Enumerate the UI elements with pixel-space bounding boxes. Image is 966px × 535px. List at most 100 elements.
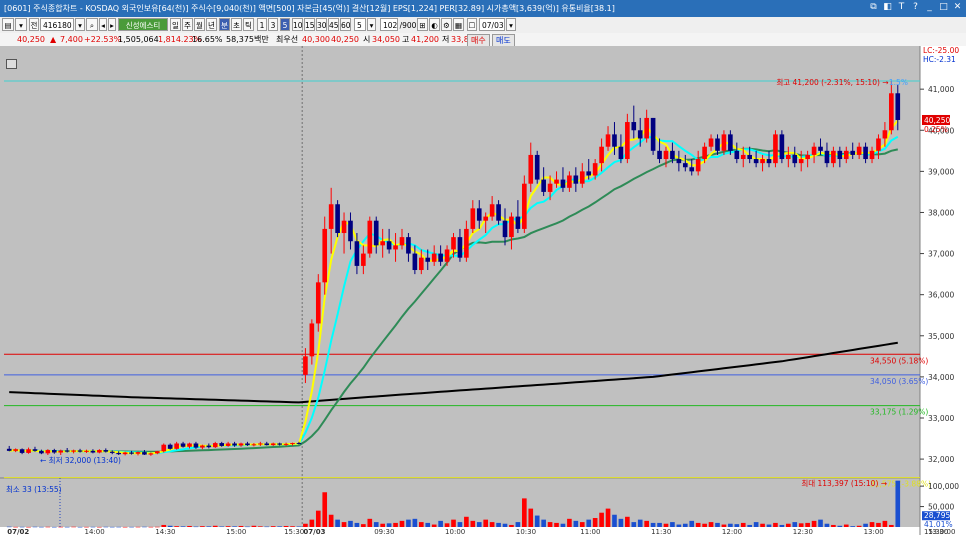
period-day-button[interactable]: 일 [170,18,181,31]
chart-type-icon[interactable]: ⊞ [417,18,428,31]
candle-body [708,138,714,147]
date-input[interactable]: 07/03 [479,18,505,31]
minute-15-button[interactable]: 15 [304,18,315,31]
candle-body [715,138,720,151]
toolbar: ▤ ▾ 전 416180 ▾ ⌕ ◂ ▸ 신성에스티 일 주 월 년 분 초 틱… [0,17,966,34]
candle-body [599,146,604,164]
candle-body [734,150,740,160]
candle-body [187,443,192,447]
period-minute-button[interactable]: 분 [219,18,230,31]
text-icon[interactable]: T [897,1,906,13]
minute-30-button[interactable]: 30 [316,18,327,31]
y-tick-label: 32,000 [928,455,954,464]
market-label[interactable]: 전 [29,18,39,31]
compare-icon[interactable]: ◐ [429,18,440,31]
volume-bar [71,526,76,528]
minute-60-button[interactable]: 60 [340,18,351,31]
volume-bar [856,525,862,527]
candle-body [509,216,514,238]
period-second-button[interactable]: 초 [231,18,242,31]
minute-45-button[interactable]: 45 [328,18,339,31]
dropdown-icon[interactable]: ▾ [15,18,27,31]
x-tick-label: 12:00 [722,528,742,535]
candle-body [296,443,302,445]
date-checkbox[interactable]: ☐ [467,18,477,31]
help-icon[interactable]: ? [911,1,920,13]
period-year-button[interactable]: 년 [206,18,217,31]
volume-bar [148,526,154,528]
code-input[interactable]: 416180 [40,18,74,31]
candle-body [631,122,637,131]
count-input[interactable]: 102 [380,18,398,31]
period-week-button[interactable]: 주 [182,18,193,31]
candle-body [760,159,765,164]
volume-bar [438,520,443,527]
current-price: 40,250 [17,35,45,44]
volume-bar [58,526,64,528]
code-dropdown-icon[interactable]: ▾ [75,18,85,31]
volume-bar [876,522,881,527]
open-label: 시 [363,35,371,44]
layout-icon[interactable]: ▤ [2,18,14,31]
stock-name: 신성에스티 [118,18,168,31]
volume-bar [547,522,553,527]
chart-panel-icon[interactable] [6,59,17,69]
candle-body [219,443,225,446]
candle-body [502,220,508,238]
volume-bar [753,522,759,527]
candle-body [637,130,643,139]
volume-bar [212,525,218,527]
grid-icon[interactable]: ▦ [453,18,464,31]
lc-label: LC:-25.00 [923,46,959,55]
volume-bar [534,515,540,527]
volume-bar [406,519,411,527]
volume-bar [850,526,856,527]
x-tick-label: 15:00 [226,528,246,535]
interval-input[interactable]: 5 [354,18,366,31]
candle-body [180,443,186,447]
candle-body [425,257,431,262]
volume-value: 1,505,064 [118,35,159,44]
minute-10-button[interactable]: 10 [292,18,303,31]
close-icon[interactable]: ✕ [953,1,962,13]
candle-body [438,253,443,262]
volume-bar [367,518,373,527]
interval-dropdown-icon[interactable]: ▾ [367,18,376,31]
candle-body [129,452,134,454]
minute-3-button[interactable]: 3 [268,18,278,31]
candle-body [354,241,360,266]
candle-body [843,150,849,160]
volume-bar [605,508,611,527]
chart-area[interactable]: 34,550 (5.18%) 34,050 (3.65%) 33,175 (1.29… [0,46,966,535]
calendar-icon[interactable]: ▾ [506,18,516,31]
volume-bar [180,526,186,527]
best-ask-label: 최우선 [276,35,299,44]
period-tick-button[interactable]: 틱 [243,18,254,31]
minute-1-button[interactable]: 1 [257,18,267,31]
volume-bar [689,520,695,527]
candle-body [682,163,688,168]
volume-bar [592,518,598,527]
next-stock-icon[interactable]: ▸ [108,18,116,31]
search-icon[interactable]: ⌕ [86,18,98,31]
current-price-label: 40,250 [924,116,950,125]
candle-body [380,241,385,246]
restore-icon[interactable]: ⧉ [869,1,878,13]
candle-body [290,443,295,445]
candle-body [534,154,540,180]
y-tick-label: 35,000 [928,332,954,341]
volume-bar [296,526,302,528]
minute-5-button[interactable]: 5 [280,18,290,31]
period-month-button[interactable]: 월 [194,18,205,31]
prev-stock-icon[interactable]: ◂ [99,18,107,31]
candle-body [109,451,115,453]
split-icon[interactable]: ◧ [883,1,892,13]
x-tick-label: 07/03 [303,528,325,535]
settings-icon[interactable]: ⚙ [441,18,452,31]
candle-body [689,167,695,172]
minimize-icon[interactable]: _ [925,1,934,13]
volume-bar [489,522,495,527]
maximize-icon[interactable]: □ [939,1,948,13]
volume-bar [831,524,836,527]
candle-body [451,237,456,250]
